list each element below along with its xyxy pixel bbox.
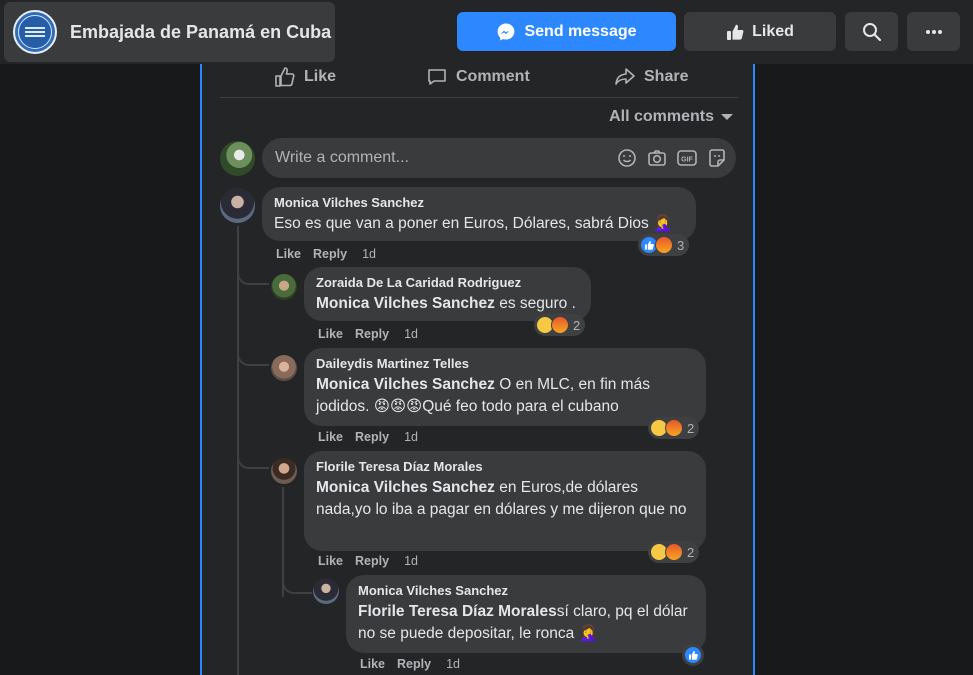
like-reaction-icon <box>684 646 702 664</box>
avatar[interactable] <box>220 188 255 223</box>
reaction-summary[interactable]: 2 <box>648 541 700 563</box>
comment-author[interactable]: Monica Vilches Sanchez <box>358 583 694 599</box>
comment-reply-link[interactable]: Reply <box>313 247 347 261</box>
comment-author[interactable]: Monica Vilches Sanchez <box>274 195 684 211</box>
reaction-count: 2 <box>687 544 695 560</box>
comment-reply-link[interactable]: Reply <box>355 554 389 568</box>
comment-timestamp[interactable]: 1d <box>404 327 418 341</box>
comment-timestamp[interactable]: 1d <box>362 247 376 261</box>
comment-action-label: Comment <box>456 68 530 85</box>
comment-composer: Write a comment... GIF <box>220 138 736 178</box>
comment-input-placeholder: Write a comment... <box>275 149 409 166</box>
comment-bubble: Monica Vilches Sanchez Eso es que van a … <box>262 187 696 241</box>
search-icon <box>862 22 881 41</box>
like-action-button[interactable]: Like <box>274 66 336 88</box>
like-action-label: Like <box>304 68 337 85</box>
page-name[interactable]: Embajada de Panamá en Cuba <box>70 22 331 43</box>
post-actions-bar: Like Comment Share <box>220 64 738 98</box>
sticker-icon[interactable] <box>706 147 728 169</box>
emoji-icon[interactable] <box>616 147 638 169</box>
share-action-label: Share <box>644 68 689 85</box>
angry-reaction-icon <box>665 543 683 561</box>
comment-input[interactable]: Write a comment... GIF <box>262 138 736 178</box>
thread-connector <box>237 269 269 285</box>
comment-meta: Like Reply 1d <box>360 657 460 671</box>
camera-icon[interactable] <box>646 147 668 169</box>
comment-bubble: Florile Teresa Díaz Morales Monica Vilch… <box>304 451 706 551</box>
thread-line <box>237 226 239 675</box>
comment-reply-link[interactable]: Reply <box>355 327 389 341</box>
comment-meta: Like Reply 1d <box>276 247 376 261</box>
reaction-count: 2 <box>573 317 581 333</box>
comment-timestamp[interactable]: 1d <box>404 554 418 568</box>
send-message-button[interactable]: Send message <box>457 12 676 51</box>
comment-like-link[interactable]: Like <box>318 430 343 444</box>
mention-link[interactable]: Florile Teresa Díaz Morales <box>358 603 557 620</box>
caret-down-icon <box>721 114 733 120</box>
more-options-button[interactable] <box>907 12 960 51</box>
reaction-summary[interactable] <box>682 644 704 666</box>
liked-label: Liked <box>752 22 794 40</box>
reaction-count: 3 <box>677 237 685 253</box>
comment-timestamp[interactable]: 1d <box>446 657 460 671</box>
comment-meta: Like Reply 1d <box>318 554 418 568</box>
comments-filter-label: All comments <box>609 108 714 125</box>
comment-reply-link[interactable]: Reply <box>397 657 431 671</box>
page-profile-chip[interactable]: Embajada de Panamá en Cuba <box>4 2 335 62</box>
mention-link[interactable]: Monica Vilches Sanchez <box>316 295 495 312</box>
liked-button[interactable]: Liked <box>684 12 836 51</box>
comment-text: Eso es que van a poner en Euros, Dólares… <box>274 215 673 232</box>
angry-reaction-icon <box>665 419 683 437</box>
avatar[interactable] <box>271 355 297 381</box>
comment-bubble: Zoraida De La Caridad Rodriguez Monica V… <box>304 267 591 321</box>
reaction-summary[interactable]: 3 <box>638 234 690 256</box>
send-message-label: Send message <box>524 22 637 40</box>
messenger-icon <box>498 23 515 40</box>
more-dots-icon <box>925 29 942 34</box>
post-panel: Like Comment Share All comments Write a … <box>200 64 755 675</box>
share-icon <box>615 68 635 85</box>
page-logo <box>13 10 57 54</box>
comment-timestamp[interactable]: 1d <box>404 430 418 444</box>
search-button[interactable] <box>845 12 898 51</box>
comment-icon <box>428 69 446 85</box>
avatar[interactable] <box>271 458 297 484</box>
comment-bubble: Daileydis Martinez Telles Monica Vilches… <box>304 348 706 426</box>
angry-reaction-icon <box>551 316 569 334</box>
thread-connector <box>237 350 269 366</box>
like-outline-icon <box>275 67 295 87</box>
comment-like-link[interactable]: Like <box>318 554 343 568</box>
current-user-avatar <box>220 141 255 176</box>
reaction-summary[interactable]: 2 <box>534 314 586 336</box>
comment-action-button[interactable]: Comment <box>426 66 530 88</box>
thread-connector <box>282 578 312 594</box>
comment-reply-link[interactable]: Reply <box>355 430 389 444</box>
mention-link[interactable]: Monica Vilches Sanchez <box>316 479 495 496</box>
avatar[interactable] <box>271 274 297 300</box>
share-action-button[interactable]: Share <box>614 66 688 88</box>
comment-author[interactable]: Zoraida De La Caridad Rodriguez <box>316 275 579 291</box>
angry-reaction-icon <box>655 236 673 254</box>
comment-like-link[interactable]: Like <box>318 327 343 341</box>
comment-author[interactable]: Florile Teresa Díaz Morales <box>316 459 694 475</box>
svg-text:GIF: GIF <box>681 157 693 164</box>
comment-meta: Like Reply 1d <box>318 430 418 444</box>
comment-meta: Like Reply 1d <box>318 327 418 341</box>
comment-like-link[interactable]: Like <box>276 247 301 261</box>
comments-filter-dropdown[interactable]: All comments <box>609 108 733 126</box>
reaction-summary[interactable]: 2 <box>648 417 700 439</box>
gif-icon[interactable]: GIF <box>676 147 698 169</box>
thread-connector <box>237 453 269 469</box>
comment-text: es seguro . <box>494 295 576 312</box>
page-header: Embajada de Panamá en Cuba Send message … <box>0 0 973 64</box>
mention-link[interactable]: Monica Vilches Sanchez <box>316 376 495 393</box>
avatar[interactable] <box>313 578 339 604</box>
reaction-count: 2 <box>687 420 695 436</box>
comment-bubble: Monica Vilches Sanchez Florile Teresa Dí… <box>346 575 706 653</box>
comment-author[interactable]: Daileydis Martinez Telles <box>316 356 694 372</box>
thumbs-up-icon <box>727 24 744 40</box>
comment-like-link[interactable]: Like <box>360 657 385 671</box>
